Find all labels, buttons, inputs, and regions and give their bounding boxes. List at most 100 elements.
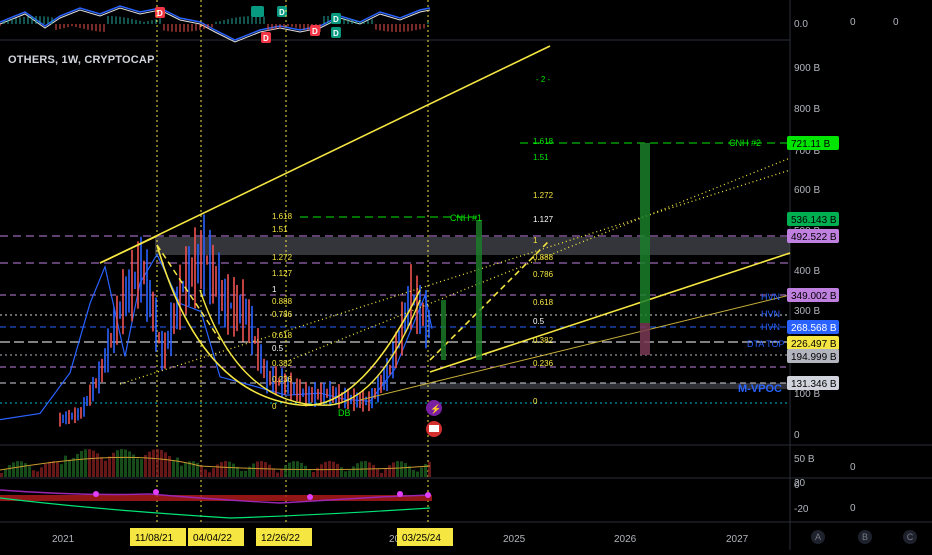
fib-label-left: 0 — [272, 402, 277, 411]
price-tag-label: 721.11 B — [791, 139, 831, 150]
volume-bar — [344, 471, 347, 477]
us-flag-field — [429, 425, 439, 432]
volume-bar — [16, 461, 19, 477]
volume-bar — [212, 468, 215, 477]
volume-bar — [76, 453, 79, 477]
chart-title: OTHERS, 1W, CRYPTOCAP — [8, 54, 155, 66]
fib-label-right: 1.127 — [533, 215, 554, 224]
volume-bar — [340, 467, 343, 477]
fib-label-left: 1.127 — [272, 269, 293, 278]
level-label: CNH #2 — [729, 138, 761, 148]
price-tag-label: 492.522 B — [791, 232, 837, 243]
fib-label-right: 0 — [533, 397, 538, 406]
fib-label-left: 0.236 — [272, 375, 293, 384]
fib-label-left: 0.382 — [272, 359, 293, 368]
fib-label-right: 1.618 — [533, 137, 554, 146]
price-tag-label: 194.999 B — [791, 352, 837, 363]
price-axis-tick: 0 — [794, 430, 800, 441]
volume-bar — [276, 472, 279, 477]
signal-label: D — [333, 29, 339, 38]
button-c[interactable]: C — [903, 530, 917, 544]
lower-axis-tick: -20 — [794, 504, 809, 515]
volume-bar — [388, 465, 391, 477]
volume-bar — [116, 450, 119, 477]
volume-bar — [64, 455, 67, 477]
volume-bar — [308, 469, 311, 477]
volume-bar — [192, 461, 195, 477]
volume-bar — [428, 461, 431, 477]
volume-bar — [72, 457, 75, 477]
fib-label-right: 0.786 — [533, 270, 554, 279]
lower-dot — [425, 492, 431, 498]
level-label: DB — [338, 408, 351, 418]
volume-bar — [88, 449, 91, 477]
volume-bar — [404, 463, 407, 477]
volume-bar — [400, 461, 403, 477]
volume-bar — [152, 449, 155, 477]
osc-value: 0 — [893, 17, 899, 28]
volume-bar — [68, 459, 71, 477]
volume-bar — [24, 463, 27, 477]
price-axis-tick: 400 B — [794, 266, 820, 277]
trendline-dotted — [119, 169, 791, 385]
level-label: DTA TOP — [747, 339, 785, 349]
price-tag-label: 131.346 B — [791, 379, 837, 390]
fib-label-left: 1.51 — [272, 225, 288, 234]
lower-axis-tick: 20 — [794, 478, 806, 489]
time-highlight-label: 04/04/22 — [193, 533, 232, 544]
button-b[interactable]: B — [858, 530, 872, 544]
volume-value: 0 — [850, 462, 856, 473]
volume-bar — [168, 455, 171, 477]
fib-label-right: 0.618 — [533, 298, 554, 307]
chart-svg[interactable]: DDDDDDD900 B800 B700 B600 B500 B400 B300… — [0, 0, 932, 550]
fib-label-right: 1 — [533, 236, 538, 245]
volume-bar — [200, 465, 203, 477]
volume-bar — [356, 463, 359, 477]
volume-bar — [208, 472, 211, 477]
time-axis-tick: 2025 — [503, 534, 526, 545]
trendline-upper — [99, 45, 551, 264]
volume-bar — [80, 450, 83, 477]
lower-dot — [397, 491, 403, 497]
volume-bar — [396, 461, 399, 477]
volume-bar — [36, 471, 39, 477]
volume-bar — [328, 461, 331, 477]
volume-bar — [156, 449, 159, 477]
price-tag-label: 226.497 B — [791, 339, 837, 350]
projection-bar — [441, 300, 446, 360]
volume-bar — [12, 462, 15, 477]
volume-bar — [352, 466, 355, 477]
projection-bar — [476, 220, 482, 360]
volume-axis-tick: 50 B — [794, 454, 815, 465]
volume-bar — [416, 471, 419, 477]
fib-label-right: 0.5 — [533, 317, 545, 326]
volume-bar — [228, 461, 231, 477]
volume-bar — [96, 453, 99, 477]
volume-bar — [112, 452, 115, 477]
volume-bar — [128, 451, 131, 477]
button-a[interactable]: A — [811, 530, 825, 544]
signal-label: D — [263, 34, 269, 43]
price-tag-label: 349.002 B — [791, 291, 837, 302]
volume-bar — [160, 449, 163, 477]
volume-bar — [252, 463, 255, 477]
price-axis-tick: 100 B — [794, 389, 820, 400]
signal-label: D — [312, 27, 318, 36]
time-axis-tick: 2021 — [52, 534, 75, 545]
volume-bar — [108, 456, 111, 477]
fib-label-left: 0.618 — [272, 331, 293, 340]
volume-bar — [60, 464, 63, 477]
volume-bar — [384, 468, 387, 477]
price-axis-tick: 600 B — [794, 185, 820, 196]
volume-bar — [124, 449, 127, 477]
lower-dot — [307, 494, 313, 500]
time-highlight-label: 12/26/22 — [261, 533, 300, 544]
volume-bar — [148, 451, 151, 477]
volume-bar — [376, 468, 379, 477]
chart-area[interactable]: DDDDDDD900 B800 B700 B600 B500 B400 B300… — [0, 0, 932, 550]
fib-label-left: 1.618 — [272, 212, 293, 221]
volume-bar — [180, 465, 183, 477]
level-label: HVN — [761, 322, 780, 332]
lower-dot — [93, 491, 99, 497]
fib-label-right: 0.888 — [533, 253, 554, 262]
